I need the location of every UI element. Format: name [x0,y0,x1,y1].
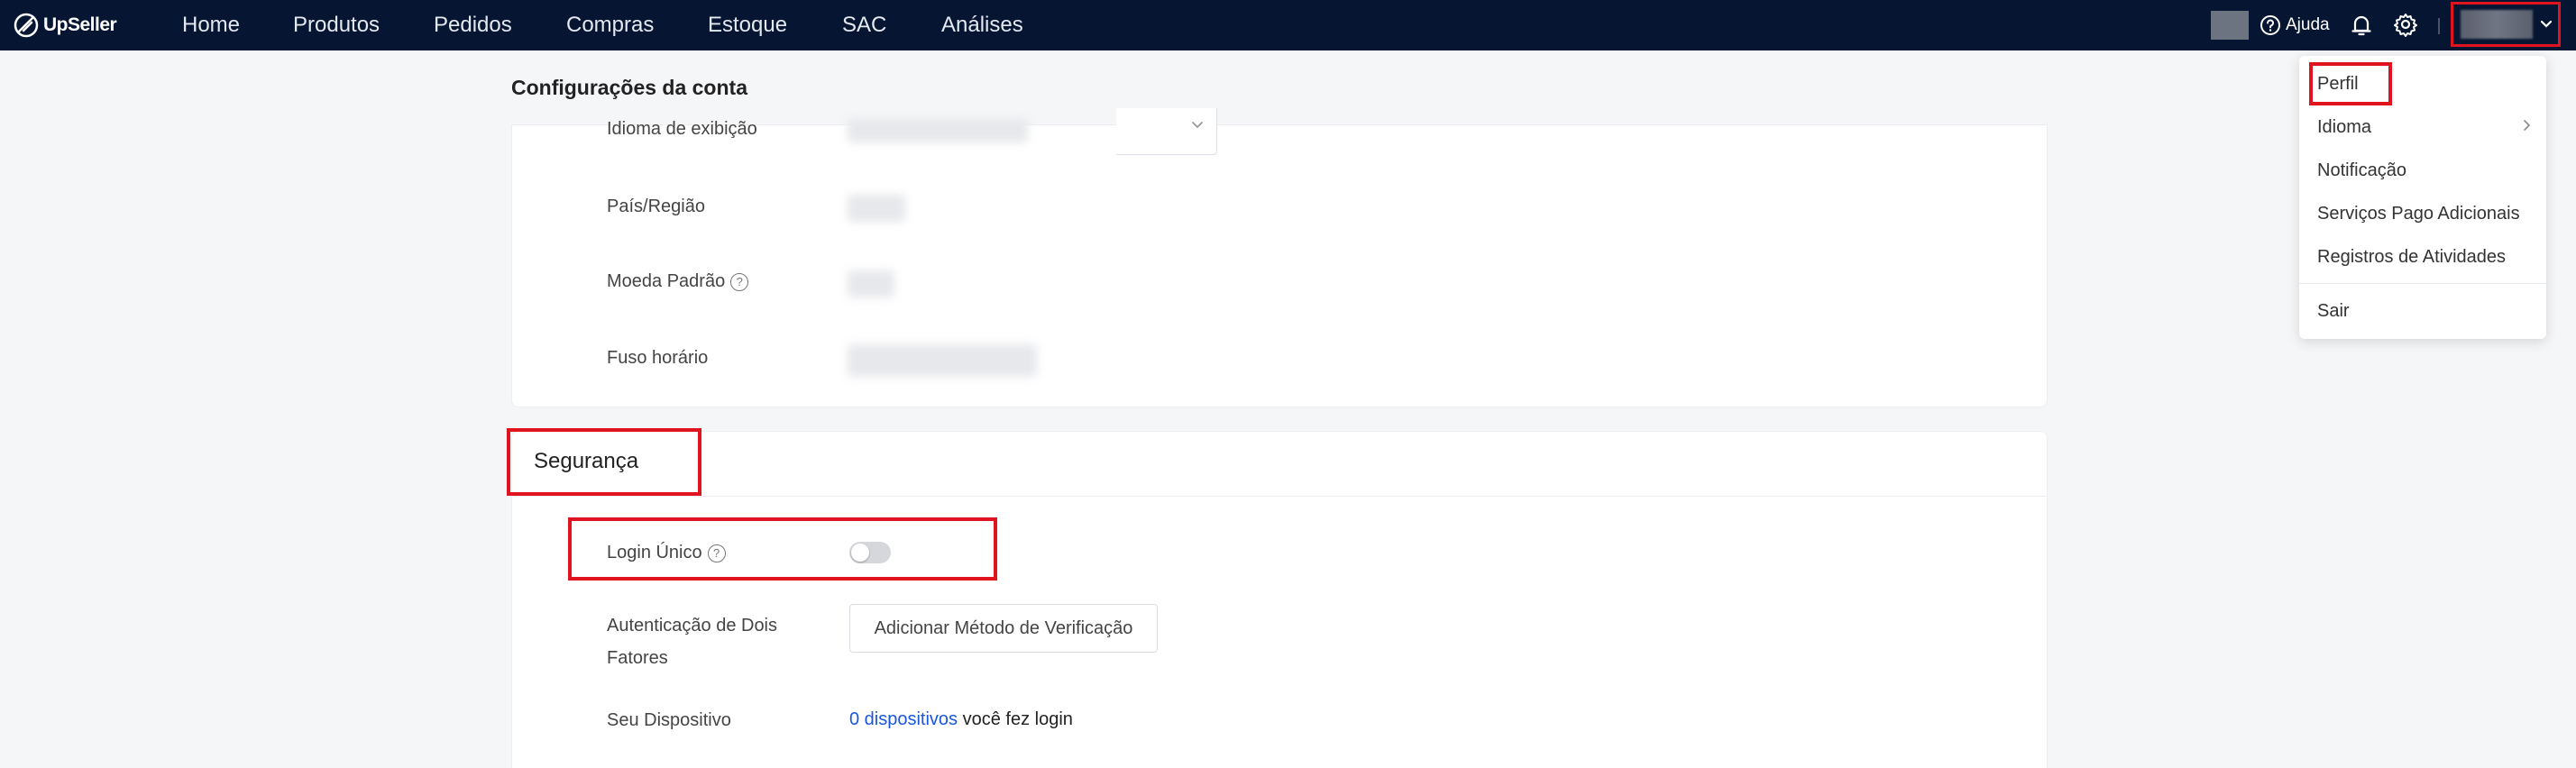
devices-link[interactable]: 0 dispositivos [849,709,958,729]
menu-item-servicos[interactable]: Serviços Pago Adicionais [2317,204,2520,224]
nav-pedidos[interactable]: Pedidos [434,11,512,40]
two-factor-label-line1: Autenticação de Dois [607,616,778,635]
security-divider [511,496,2048,497]
menu-item-idioma[interactable]: Idioma [2317,117,2371,138]
timezone-label: Fuso horário [607,348,709,368]
country-region-label: País/Região [607,197,705,216]
default-currency-text: Moeda Padrão [607,271,726,291]
top-navbar: UpSeller Home Produtos Pedidos Compras E… [0,0,2576,50]
question-icon[interactable]: ? [730,272,749,291]
nav-divider [2438,18,2440,34]
two-factor-label: Autenticação de Dois Fatores [607,609,777,674]
help-link[interactable]: Ajuda [2260,11,2330,40]
menu-item-sair[interactable]: Sair [2317,301,2350,322]
help-label: Ajuda [2286,15,2330,34]
user-name-blurred [2461,10,2533,39]
device-info: 0 dispositivos você fez login [849,709,1073,730]
your-device-label: Seu Dispositivo [607,710,731,730]
display-language-value [848,119,1028,142]
display-language-label: Idioma de exibição [607,119,757,139]
brand-name: UpSeller [43,14,117,35]
default-currency-label: Moeda Padrão? [607,271,749,292]
chevron-right-icon [2524,120,2531,131]
menu-divider [2299,283,2546,284]
nav-analises[interactable]: Análises [941,11,1023,40]
account-settings-card [511,124,2048,407]
display-language-select[interactable] [1116,108,1217,155]
nav-estoque[interactable]: Estoque [708,11,787,40]
help-circle-icon [2260,15,2280,35]
annotation-single-login [568,517,997,581]
add-verification-method-button[interactable]: Adicionar Método de Verificação [849,604,1158,653]
nav-sac[interactable]: SAC [842,11,886,40]
timezone-value [848,344,1037,377]
annotation-perfil [2309,62,2392,105]
brand-logo[interactable]: UpSeller [13,11,117,40]
bell-icon[interactable] [2350,13,2373,38]
nav-produtos[interactable]: Produtos [293,11,380,40]
shop-selector[interactable] [2211,11,2249,40]
user-menu-toggle[interactable] [2451,2,2561,47]
nav-home[interactable]: Home [182,11,240,40]
gear-icon[interactable] [2393,12,2418,37]
country-region-value [848,195,905,222]
two-factor-label-line2: Fatores [607,648,668,668]
chevron-down-icon [1192,122,1203,129]
page-title: Configurações da conta [511,76,747,99]
upseller-logo-icon [14,13,39,38]
chevron-down-icon [2540,20,2553,28]
devices-suffix: você fez login [962,709,1073,729]
annotation-security [507,428,701,496]
nav-compras[interactable]: Compras [566,11,654,40]
default-currency-value [848,270,894,297]
menu-item-registros[interactable]: Registros de Atividades [2317,247,2506,268]
menu-item-notificacao[interactable]: Notificação [2317,160,2406,181]
security-card [511,431,2048,768]
